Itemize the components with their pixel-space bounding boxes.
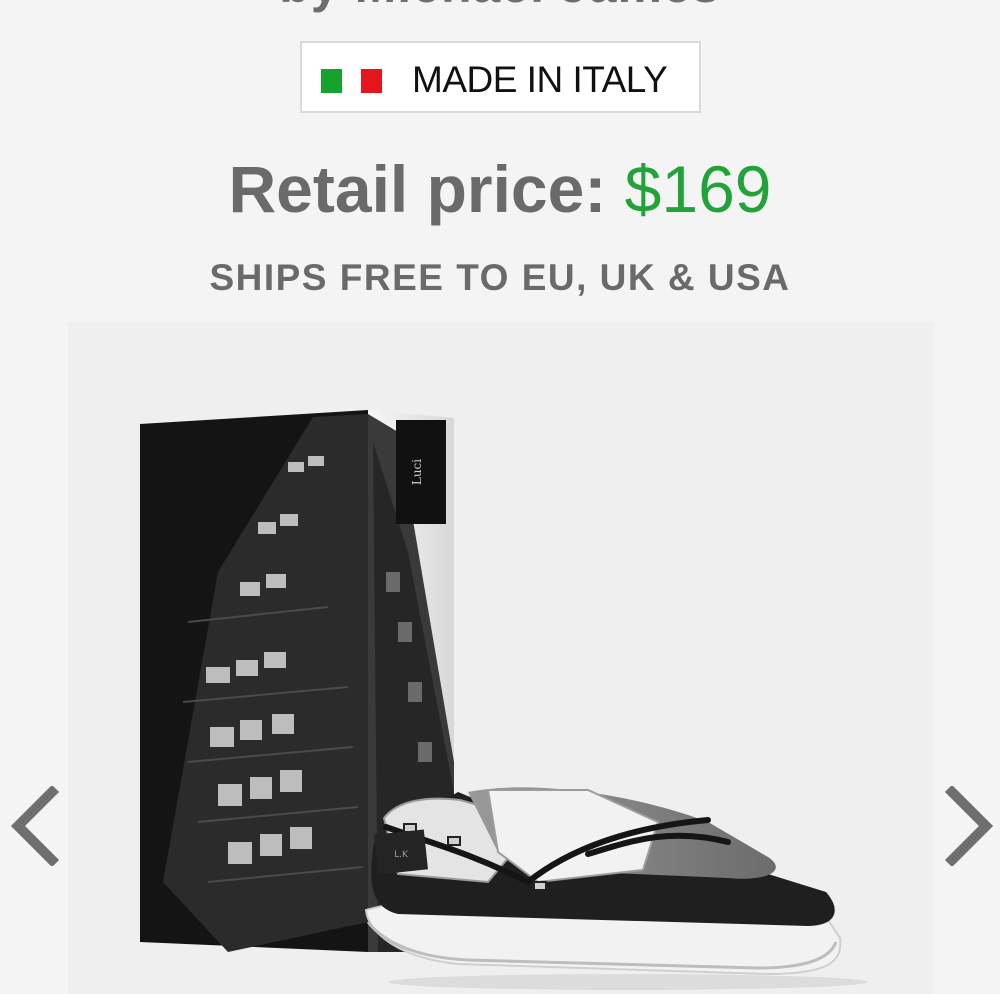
shipping-info: SHIPS FREE TO EU, UK & USA — [209, 257, 791, 298]
gallery-prev-button[interactable] — [8, 784, 62, 868]
shoe-and-box-image: Luci L.K — [140, 410, 868, 990]
product-page: by Michael James MADE IN ITALY Retail pr… — [0, 0, 1000, 994]
retail-price-amount: $169 — [624, 152, 772, 226]
gallery-next-button[interactable] — [942, 784, 996, 868]
svg-text:L.K: L.K — [394, 850, 409, 860]
retail-price-label: Retail price: — [228, 152, 607, 226]
made-in-label: MADE IN ITALY — [412, 59, 668, 100]
designer-name: by Michael James — [0, 0, 1000, 10]
made-in-italy-badge: MADE IN ITALY — [300, 41, 701, 113]
svg-text:Luci: Luci — [410, 459, 424, 485]
product-image-panel: Luci L.K — [68, 322, 934, 994]
italy-flag-icon — [321, 69, 383, 93]
chevron-left-icon — [10, 784, 60, 868]
chevron-right-icon — [944, 784, 994, 868]
retail-price: Retail price: $169 — [0, 150, 1000, 228]
